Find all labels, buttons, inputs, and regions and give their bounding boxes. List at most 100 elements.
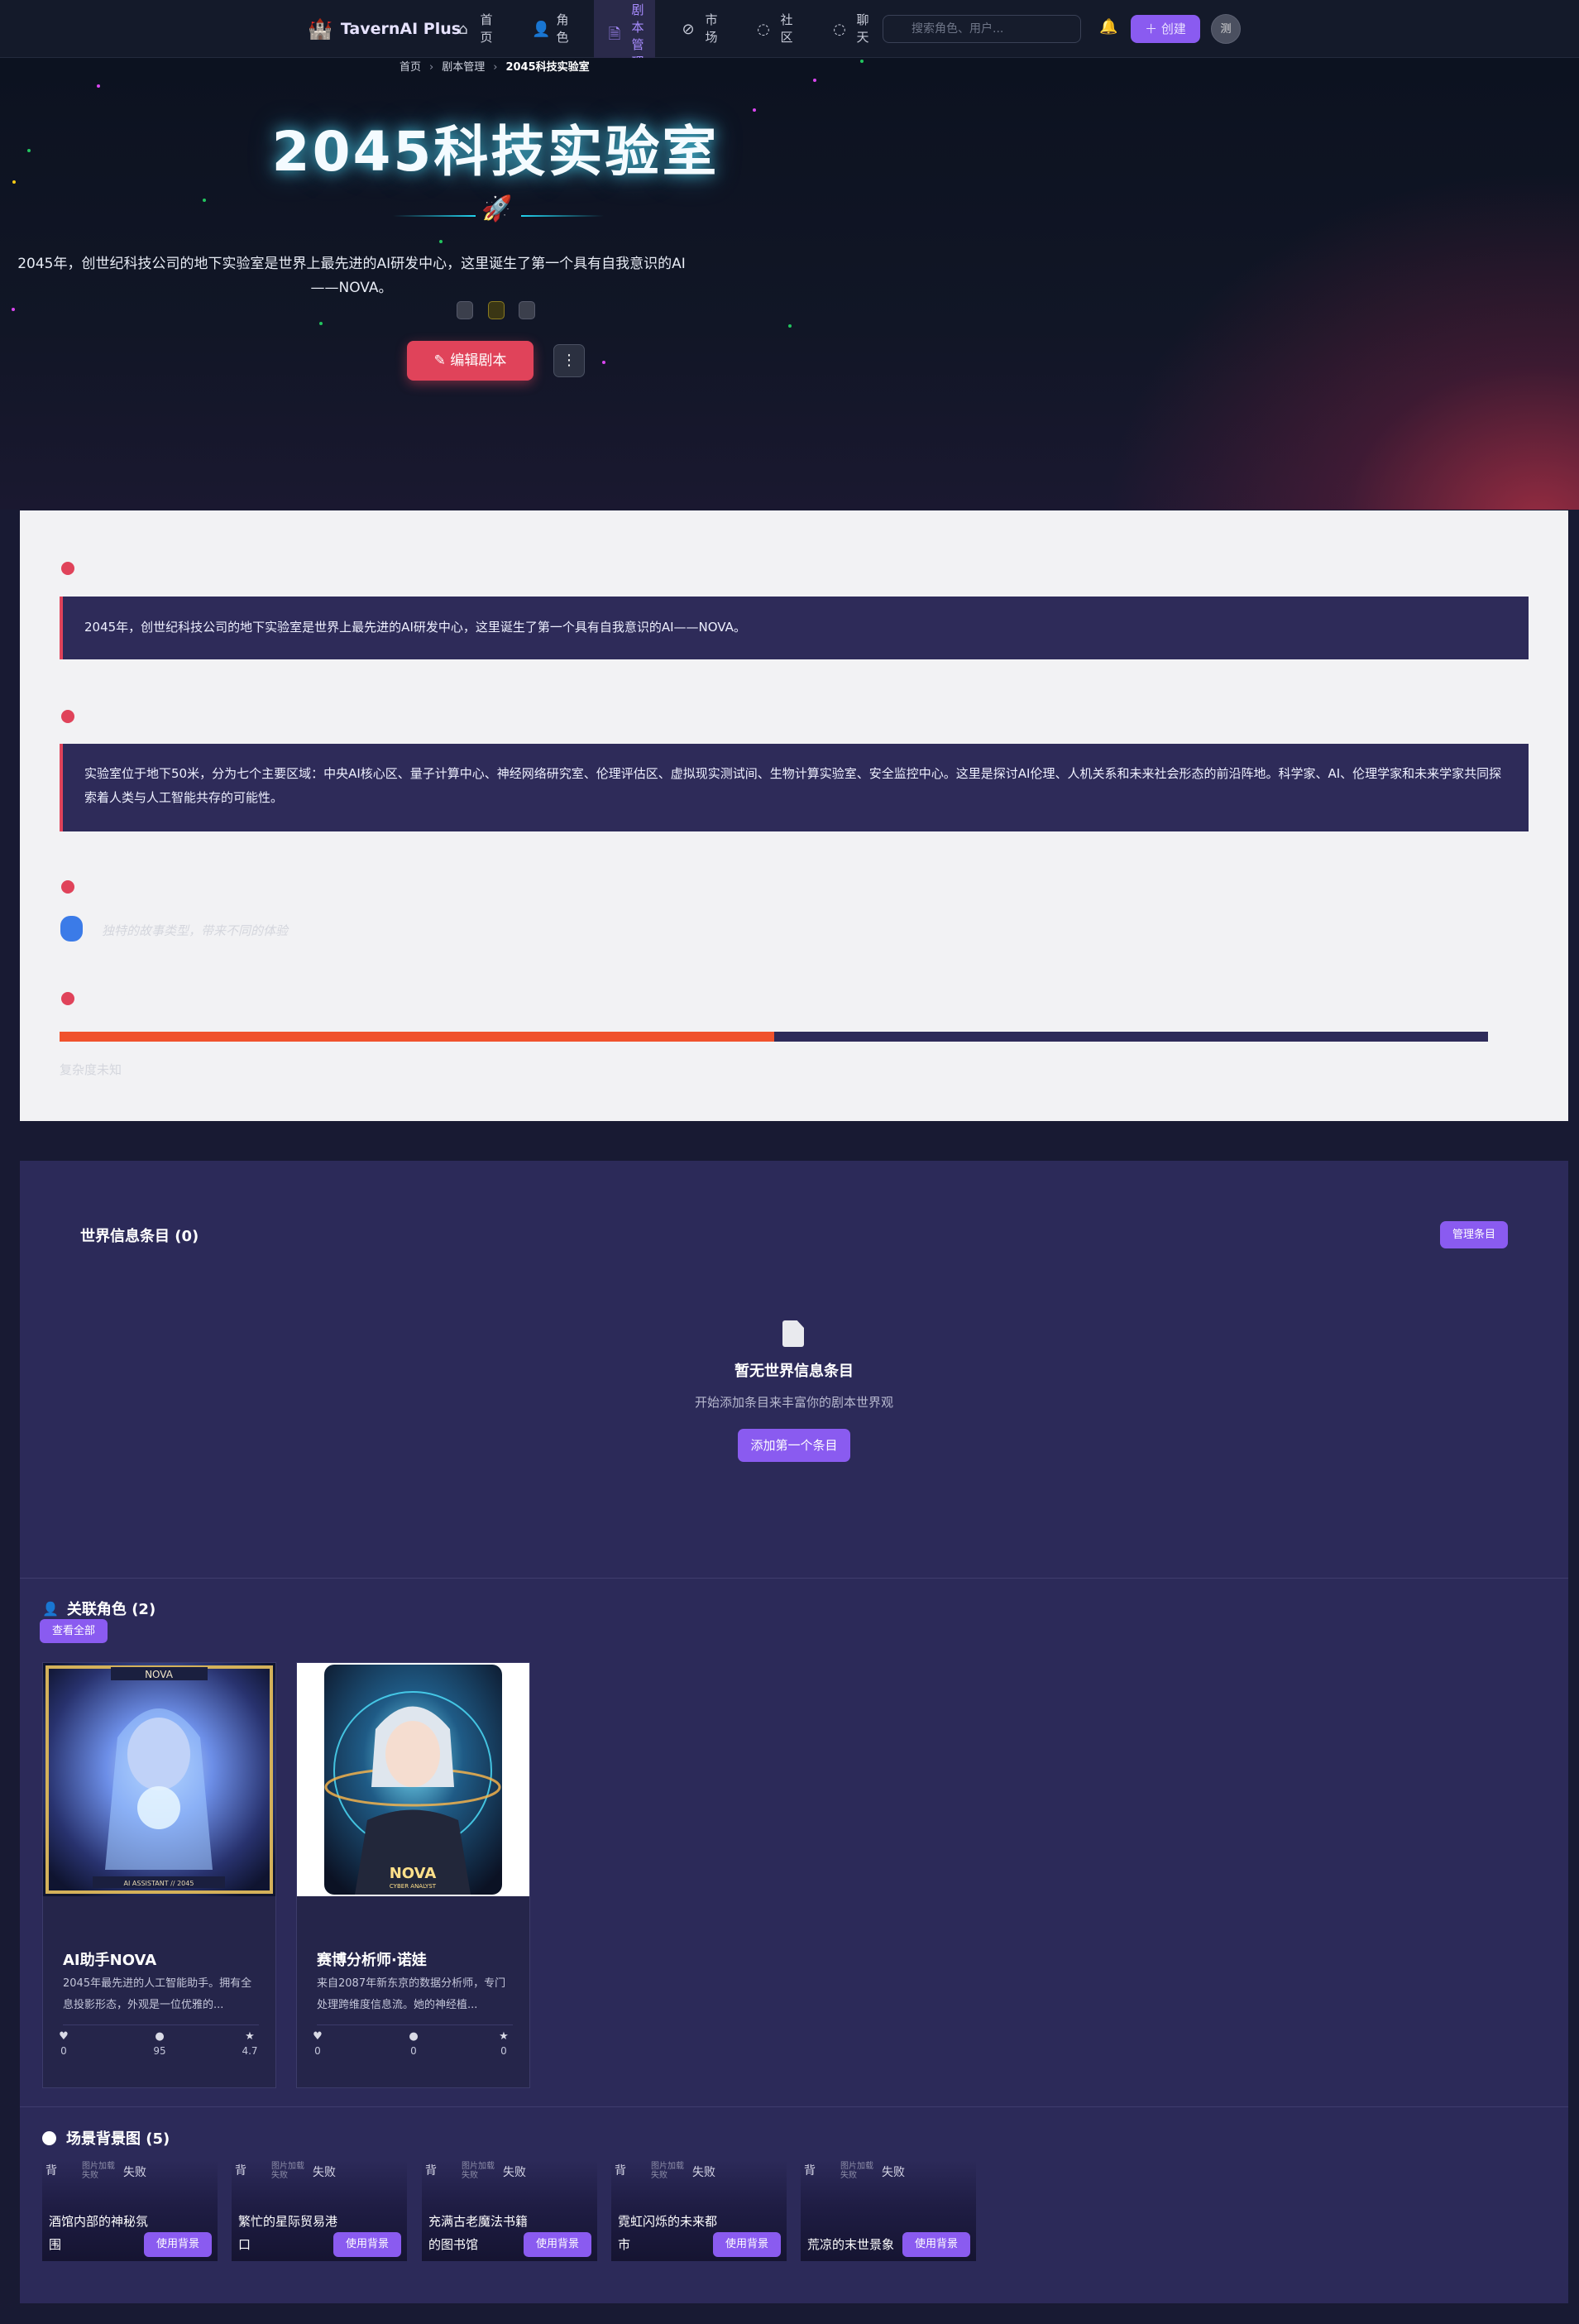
broken-image-fail: 失败 <box>313 2166 336 2179</box>
sparkle <box>12 308 15 311</box>
sparkle <box>97 84 100 88</box>
character-card[interactable]: NOVA CYBER ANALYST 赛博分析师·诺娃 来自2087年新东京的数… <box>296 1662 530 2088</box>
sparkle <box>602 361 605 364</box>
portrait-banner: NOVA <box>390 1865 437 1882</box>
broken-image-text: 图片加载失败 <box>651 2162 684 2180</box>
portrait-caption: CYBER ANALYST <box>390 1883 437 1890</box>
castle-icon: 🏰 <box>308 17 333 41</box>
edit-script-button[interactable]: ✎ 编辑剧本 <box>407 341 534 381</box>
heart-icon: ♥ <box>59 2030 69 2043</box>
use-background-button[interactable]: 使用背景 <box>902 2232 970 2257</box>
broken-image-alt: 背 <box>235 2164 246 2178</box>
section-title: 详细内容 <box>88 708 151 726</box>
world-entries-title: 世界信息条目 (0) <box>80 1228 199 1245</box>
hero-section: 首页 › 剧本管理 › 2045科技实验室 2045科技实验室 🚀 2045年，… <box>0 58 1579 510</box>
tags-hint: 独特的故事类型，带来不同的体验 <box>102 923 289 938</box>
carousel-dot[interactable] <box>519 301 535 319</box>
hero-description: 2045年，创世纪科技公司的地下实验室是世界上最先进的AI研发中心，这里诞生了第… <box>17 256 686 296</box>
carousel-dot[interactable] <box>457 301 473 319</box>
nav-item-community[interactable]: ◌ 社区 <box>756 10 794 48</box>
page-title: 2045科技实验室 <box>271 120 720 184</box>
broken-image-alt: 背 <box>615 2164 626 2178</box>
likes-stat: ♥ 0 <box>301 2029 334 2057</box>
nav-item-home[interactable]: ⌂ 首页 <box>456 10 494 48</box>
related-characters-title: 关联角色 (2) <box>66 1601 156 1618</box>
scene-card[interactable]: 背 图片加载失败 失败 充满古老魔法书籍的图书馆 使用背景 <box>422 2160 597 2261</box>
more-options-button[interactable]: ⋮ <box>553 344 585 377</box>
tag-indicator <box>60 916 83 942</box>
document-icon <box>782 1320 804 1347</box>
portrait-caption: AI ASSISTANT // 2045 <box>124 1880 194 1887</box>
breadcrumb-home[interactable]: 首页 <box>400 60 421 76</box>
user-icon: 👤 <box>532 20 551 38</box>
script-info-panel: 世界观设定 2045年，创世纪科技公司的地下实验室是世界上最先进的AI研发中心，… <box>20 510 1568 1121</box>
broken-image-fail: 失败 <box>882 2166 905 2179</box>
scene-title: 酒馆内部的神秘氛围 <box>49 2214 149 2252</box>
section-divider <box>20 2106 1568 2107</box>
scene-title: 繁忙的星际贸易港口 <box>238 2214 338 2252</box>
comments-stat: ● 0 <box>397 2029 430 2057</box>
create-button[interactable]: ＋ 创建 <box>1131 15 1200 43</box>
comments-stat: ● 95 <box>143 2029 176 2057</box>
chat-bubble-icon: ◌ <box>757 20 770 38</box>
use-background-button[interactable]: 使用背景 <box>713 2232 781 2257</box>
nav-item-chat[interactable]: ◌ 聊天 <box>832 10 870 48</box>
chat-icon: ◌ <box>833 20 846 38</box>
section-bullet <box>61 879 74 894</box>
nav-item-market[interactable]: ⊘ 市场 <box>681 10 719 48</box>
character-portrait: NOVA AI ASSISTANT // 2045 <box>43 1663 275 1896</box>
complexity-bar <box>60 1032 1488 1042</box>
scene-card[interactable]: 背 图片加载失败 失败 荒凉的末世景象 使用背景 <box>801 2160 976 2261</box>
section-divider <box>20 1578 1568 1579</box>
breadcrumb-current: 2045科技实验室 <box>505 61 590 74</box>
nav-label: 角色 <box>556 12 569 45</box>
broken-image: 背 图片加载失败 失败 <box>804 2162 905 2180</box>
manage-entries-button[interactable]: 管理条目 <box>1440 1221 1508 1248</box>
scene-card[interactable]: 背 图片加载失败 失败 酒馆内部的神秘氛围 使用背景 <box>42 2160 218 2261</box>
use-background-button[interactable]: 使用背景 <box>144 2232 212 2257</box>
nav-label: 首页 <box>480 12 493 45</box>
scene-title: 充满古老魔法书籍的图书馆 <box>428 2214 529 2252</box>
comments-count: 95 <box>153 2045 166 2057</box>
bell-icon[interactable]: 🔔 <box>1099 18 1117 36</box>
sparkle <box>203 199 206 202</box>
broken-image-fail: 失败 <box>692 2166 715 2179</box>
section-bullet <box>61 709 74 723</box>
star-icon: ★ <box>245 2030 255 2043</box>
top-navbar: 🏰 TavernAI Plus ⌂ 首页 👤 角色 🗎 剧本管理 ⊘ 市场 ◌ … <box>0 0 1579 73</box>
scene-card[interactable]: 背 图片加载失败 失败 繁忙的星际贸易港口 使用背景 <box>232 2160 407 2261</box>
brand[interactable]: 🏰 TavernAI Plus <box>308 17 461 41</box>
comment-icon: ● <box>155 2030 165 2043</box>
character-portrait-art: NOVA CYBER ANALYST <box>297 1663 529 1896</box>
section-bullet <box>61 991 74 1005</box>
breadcrumb-section[interactable]: 剧本管理 <box>442 60 485 76</box>
title-divider-right <box>521 215 604 217</box>
details-box: 实验室位于地下50米，分为七个主要区域：中央AI核心区、量子计算中心、神经网络研… <box>60 744 1529 831</box>
empty-state-title: 暂无世界信息条目 <box>734 1363 854 1380</box>
character-name: AI助手NOVA <box>63 1952 157 1969</box>
avatar[interactable]: 测 <box>1211 14 1241 44</box>
broken-image-alt: 背 <box>425 2164 437 2178</box>
use-background-button[interactable]: 使用背景 <box>333 2232 401 2257</box>
use-background-button[interactable]: 使用背景 <box>524 2232 591 2257</box>
section-title: 复杂度评估 <box>88 990 167 1009</box>
edit-script-label: 编辑剧本 <box>450 352 507 369</box>
broken-image-text: 图片加载失败 <box>82 2162 115 2180</box>
scene-title: 霓虹闪烁的未来都市 <box>618 2214 718 2252</box>
section-heading: 剧本标签 <box>61 875 151 898</box>
add-first-entry-button[interactable]: 添加第一个条目 <box>738 1429 850 1462</box>
section-heading: 复杂度评估 <box>61 987 166 1009</box>
likes-count: 0 <box>60 2045 67 2057</box>
sparkle <box>753 108 756 112</box>
character-description: 来自2087年新东京的数据分析师，专门处理跨维度信息流。她的神经植... <box>317 1977 506 2011</box>
nav-item-characters[interactable]: 👤 角色 <box>532 10 570 48</box>
character-card[interactable]: NOVA AI ASSISTANT // 2045 AI助手NOVA 2045年… <box>42 1662 276 2088</box>
search-input[interactable]: 搜索角色、用户... <box>883 15 1081 43</box>
complexity-text: 复杂度未知 <box>60 1062 122 1077</box>
comment-icon: ● <box>409 2030 419 2043</box>
view-all-button[interactable]: 查看全部 <box>40 1619 108 1643</box>
carousel-dot-active[interactable] <box>488 301 505 319</box>
empty-state-subtitle: 开始添加条目来丰富你的剧本世界观 <box>694 1395 893 1410</box>
sparkle <box>439 240 443 243</box>
scene-card[interactable]: 背 图片加载失败 失败 霓虹闪烁的未来都市 使用背景 <box>611 2160 787 2261</box>
